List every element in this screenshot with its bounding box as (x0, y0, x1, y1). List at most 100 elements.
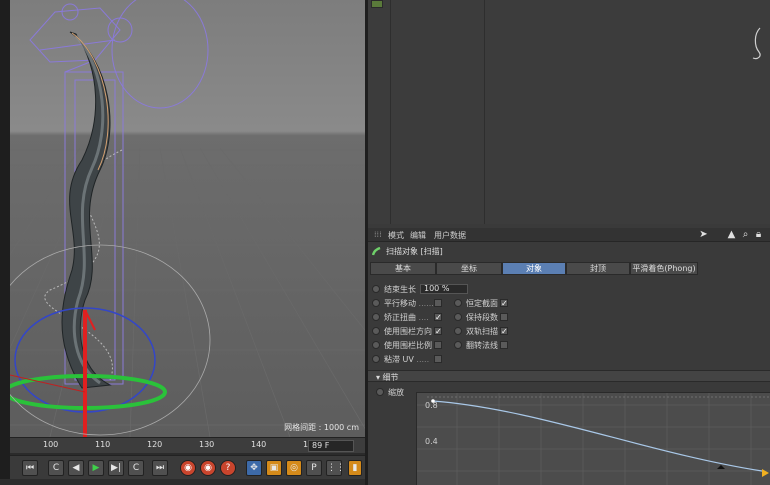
up-arrow-icon[interactable]: ▲ (726, 229, 737, 240)
menu-edit[interactable]: 编辑 (410, 230, 426, 241)
use-rail-direction-label: 使用围栏方向 (384, 327, 432, 336)
record-key-icon[interactable]: ◉ (180, 460, 196, 476)
panel-curl-icon (752, 27, 761, 60)
lock-icon[interactable]: 🔒︎ (753, 229, 764, 240)
use-rail-scale-label: 使用围栏比例 (384, 341, 432, 350)
column-divider (390, 0, 391, 224)
viewport-scene (10, 0, 365, 437)
tab-object[interactable]: 对象 (502, 262, 566, 275)
keyframe-radio[interactable] (372, 341, 380, 349)
go-to-end-button[interactable]: ⏭ (152, 460, 168, 476)
use-rail-scale-checkbox[interactable] (434, 341, 442, 349)
keep-segments-label: 保持段数 (466, 313, 498, 322)
floor-grid (10, 147, 365, 437)
go-to-start-button[interactable]: ⏮ (22, 460, 38, 476)
graph-tick-label: 0.8 (425, 401, 438, 410)
keyframe-radio[interactable] (372, 327, 380, 335)
keyframe-radio[interactable] (372, 285, 380, 293)
graph-tick-label: 0.4 (425, 437, 438, 446)
scale-spline-graph[interactable]: 0.8 0.4 (416, 392, 770, 485)
next-frame-button[interactable]: ▶| (108, 460, 124, 476)
back-arrow-icon[interactable]: ➤ (698, 229, 709, 240)
tab-caps[interactable]: 封顶 (566, 262, 630, 275)
end-growth-row: 结束生长 100 % (372, 284, 502, 295)
current-frame-field[interactable]: 89 F (308, 440, 354, 452)
3d-viewport[interactable]: 网格间距 : 1000 cm (10, 0, 365, 437)
search-icon[interactable]: ⌕ (740, 229, 751, 240)
use-rail-scale-row: 使用围栏比例 (372, 340, 452, 351)
scale-label: 缩放 (388, 388, 404, 397)
keyframe-radio[interactable] (372, 313, 380, 321)
stick-uv-row: 粘滞 UV ..... (372, 354, 452, 365)
point-level-icon[interactable]: ⋮⋮ (326, 460, 345, 476)
auto-key-icon[interactable]: ◉ (200, 460, 216, 476)
object-manager-panel[interactable] (368, 0, 770, 224)
keyframe-radio[interactable] (372, 355, 380, 363)
parallel-move-label: 平行移动 (384, 299, 416, 308)
details-label: ▾ 细节 (376, 373, 399, 382)
use-rail-direction-row: 使用围栏方向 ✓ (372, 326, 452, 337)
tab-phong[interactable]: 平滑着色(Phong) (630, 262, 698, 275)
constant-section-row: 恒定截面 ✓ (454, 298, 524, 309)
double-rail-row: 双轨扫描 ✓ (454, 326, 524, 337)
menu-mode[interactable]: 模式 (388, 230, 404, 241)
keyframe-radio[interactable] (372, 299, 380, 307)
parallel-move-row: 平行移动 ...... (372, 298, 452, 309)
transform-gizmo (10, 244, 211, 437)
film-strip-icon[interactable]: ▮ (348, 460, 362, 476)
spline-cage (29, 0, 209, 385)
next-key-button[interactable]: C (128, 460, 144, 476)
keyframe-radio[interactable] (454, 313, 462, 321)
timeline-tick: 110 (95, 440, 111, 449)
keyframe-radio[interactable] (376, 388, 384, 396)
double-rail-label: 双轨扫描 (466, 327, 498, 336)
spline-graph-canvas (417, 393, 770, 485)
details-section-header[interactable]: ▾ 细节 (368, 370, 770, 382)
menu-user-data[interactable]: 用户数据 (434, 230, 466, 241)
rotate-key-icon[interactable]: ◎ (286, 460, 302, 476)
flip-normals-label: 翻转法线 (466, 341, 498, 350)
keyframe-radio[interactable] (454, 341, 462, 349)
flip-normals-row: 翻转法线 (454, 340, 524, 351)
end-growth-field[interactable]: 100 % (420, 284, 468, 294)
scale-row: 缩放 (376, 387, 416, 398)
banking-checkbox[interactable]: ✓ (434, 313, 442, 322)
spline-handle-icon (717, 465, 725, 469)
stick-uv-checkbox[interactable] (434, 355, 442, 363)
spline-point-end (762, 469, 769, 477)
scale-curve (432, 400, 763, 472)
use-rail-direction-checkbox[interactable]: ✓ (434, 327, 442, 336)
object-title: 扫描对象 [扫描] (386, 247, 443, 256)
move-key-icon[interactable]: ✥ (246, 460, 262, 476)
play-button[interactable]: ▶ (88, 460, 104, 476)
timeline-tick: 100 (43, 440, 59, 449)
scale-key-icon[interactable]: ▣ (266, 460, 282, 476)
constant-section-checkbox[interactable]: ✓ (500, 299, 508, 308)
keyframe-radio[interactable] (454, 327, 462, 335)
tab-coordinates[interactable]: 坐标 (436, 262, 502, 275)
column-divider (484, 0, 485, 224)
keyframe-radio[interactable] (454, 299, 462, 307)
grid-spacing-label: 网格间距 : 1000 cm (284, 423, 359, 432)
keep-segments-checkbox[interactable] (500, 313, 508, 321)
attribute-menu-bar: ⁞⁞⁞ 模式 编辑 用户数据 ➤ ▲ ⌕ 🔒︎ (368, 228, 770, 242)
previous-frame-button[interactable]: ◀ (68, 460, 84, 476)
constant-section-label: 恒定截面 (466, 299, 498, 308)
stick-uv-label: 粘滞 UV (384, 355, 414, 364)
parallel-move-checkbox[interactable] (434, 299, 442, 307)
attribute-manager-panel: ⁞⁞⁞ 模式 编辑 用户数据 ➤ ▲ ⌕ 🔒︎ 扫描对象 [扫描] 基本 坐标 … (368, 224, 770, 485)
timeline-tick: 130 (199, 440, 215, 449)
double-rail-checkbox[interactable]: ✓ (500, 327, 508, 336)
banking-row: 矫正扭曲 .... ✓ (372, 312, 452, 323)
flip-normals-checkbox[interactable] (500, 341, 508, 349)
left-toolbar-strip (0, 0, 10, 485)
tab-basic[interactable]: 基本 (370, 262, 436, 275)
menu-grip-icon: ⁞⁞⁞ (374, 230, 382, 239)
transport-controls: ⏮ C ◀ ▶ ▶| C ⏭ ◉ ◉ ? ✥ ▣ ◎ P ⋮⋮ ▮ (10, 455, 365, 479)
parameter-key-icon[interactable]: P (306, 460, 322, 476)
previous-key-button[interactable]: C (48, 460, 64, 476)
timeline-tick: 120 (147, 440, 163, 449)
keyframe-selection-icon[interactable]: ? (220, 460, 236, 476)
object-tag-icon[interactable] (371, 0, 383, 8)
banking-label: 矫正扭曲 (384, 313, 416, 322)
